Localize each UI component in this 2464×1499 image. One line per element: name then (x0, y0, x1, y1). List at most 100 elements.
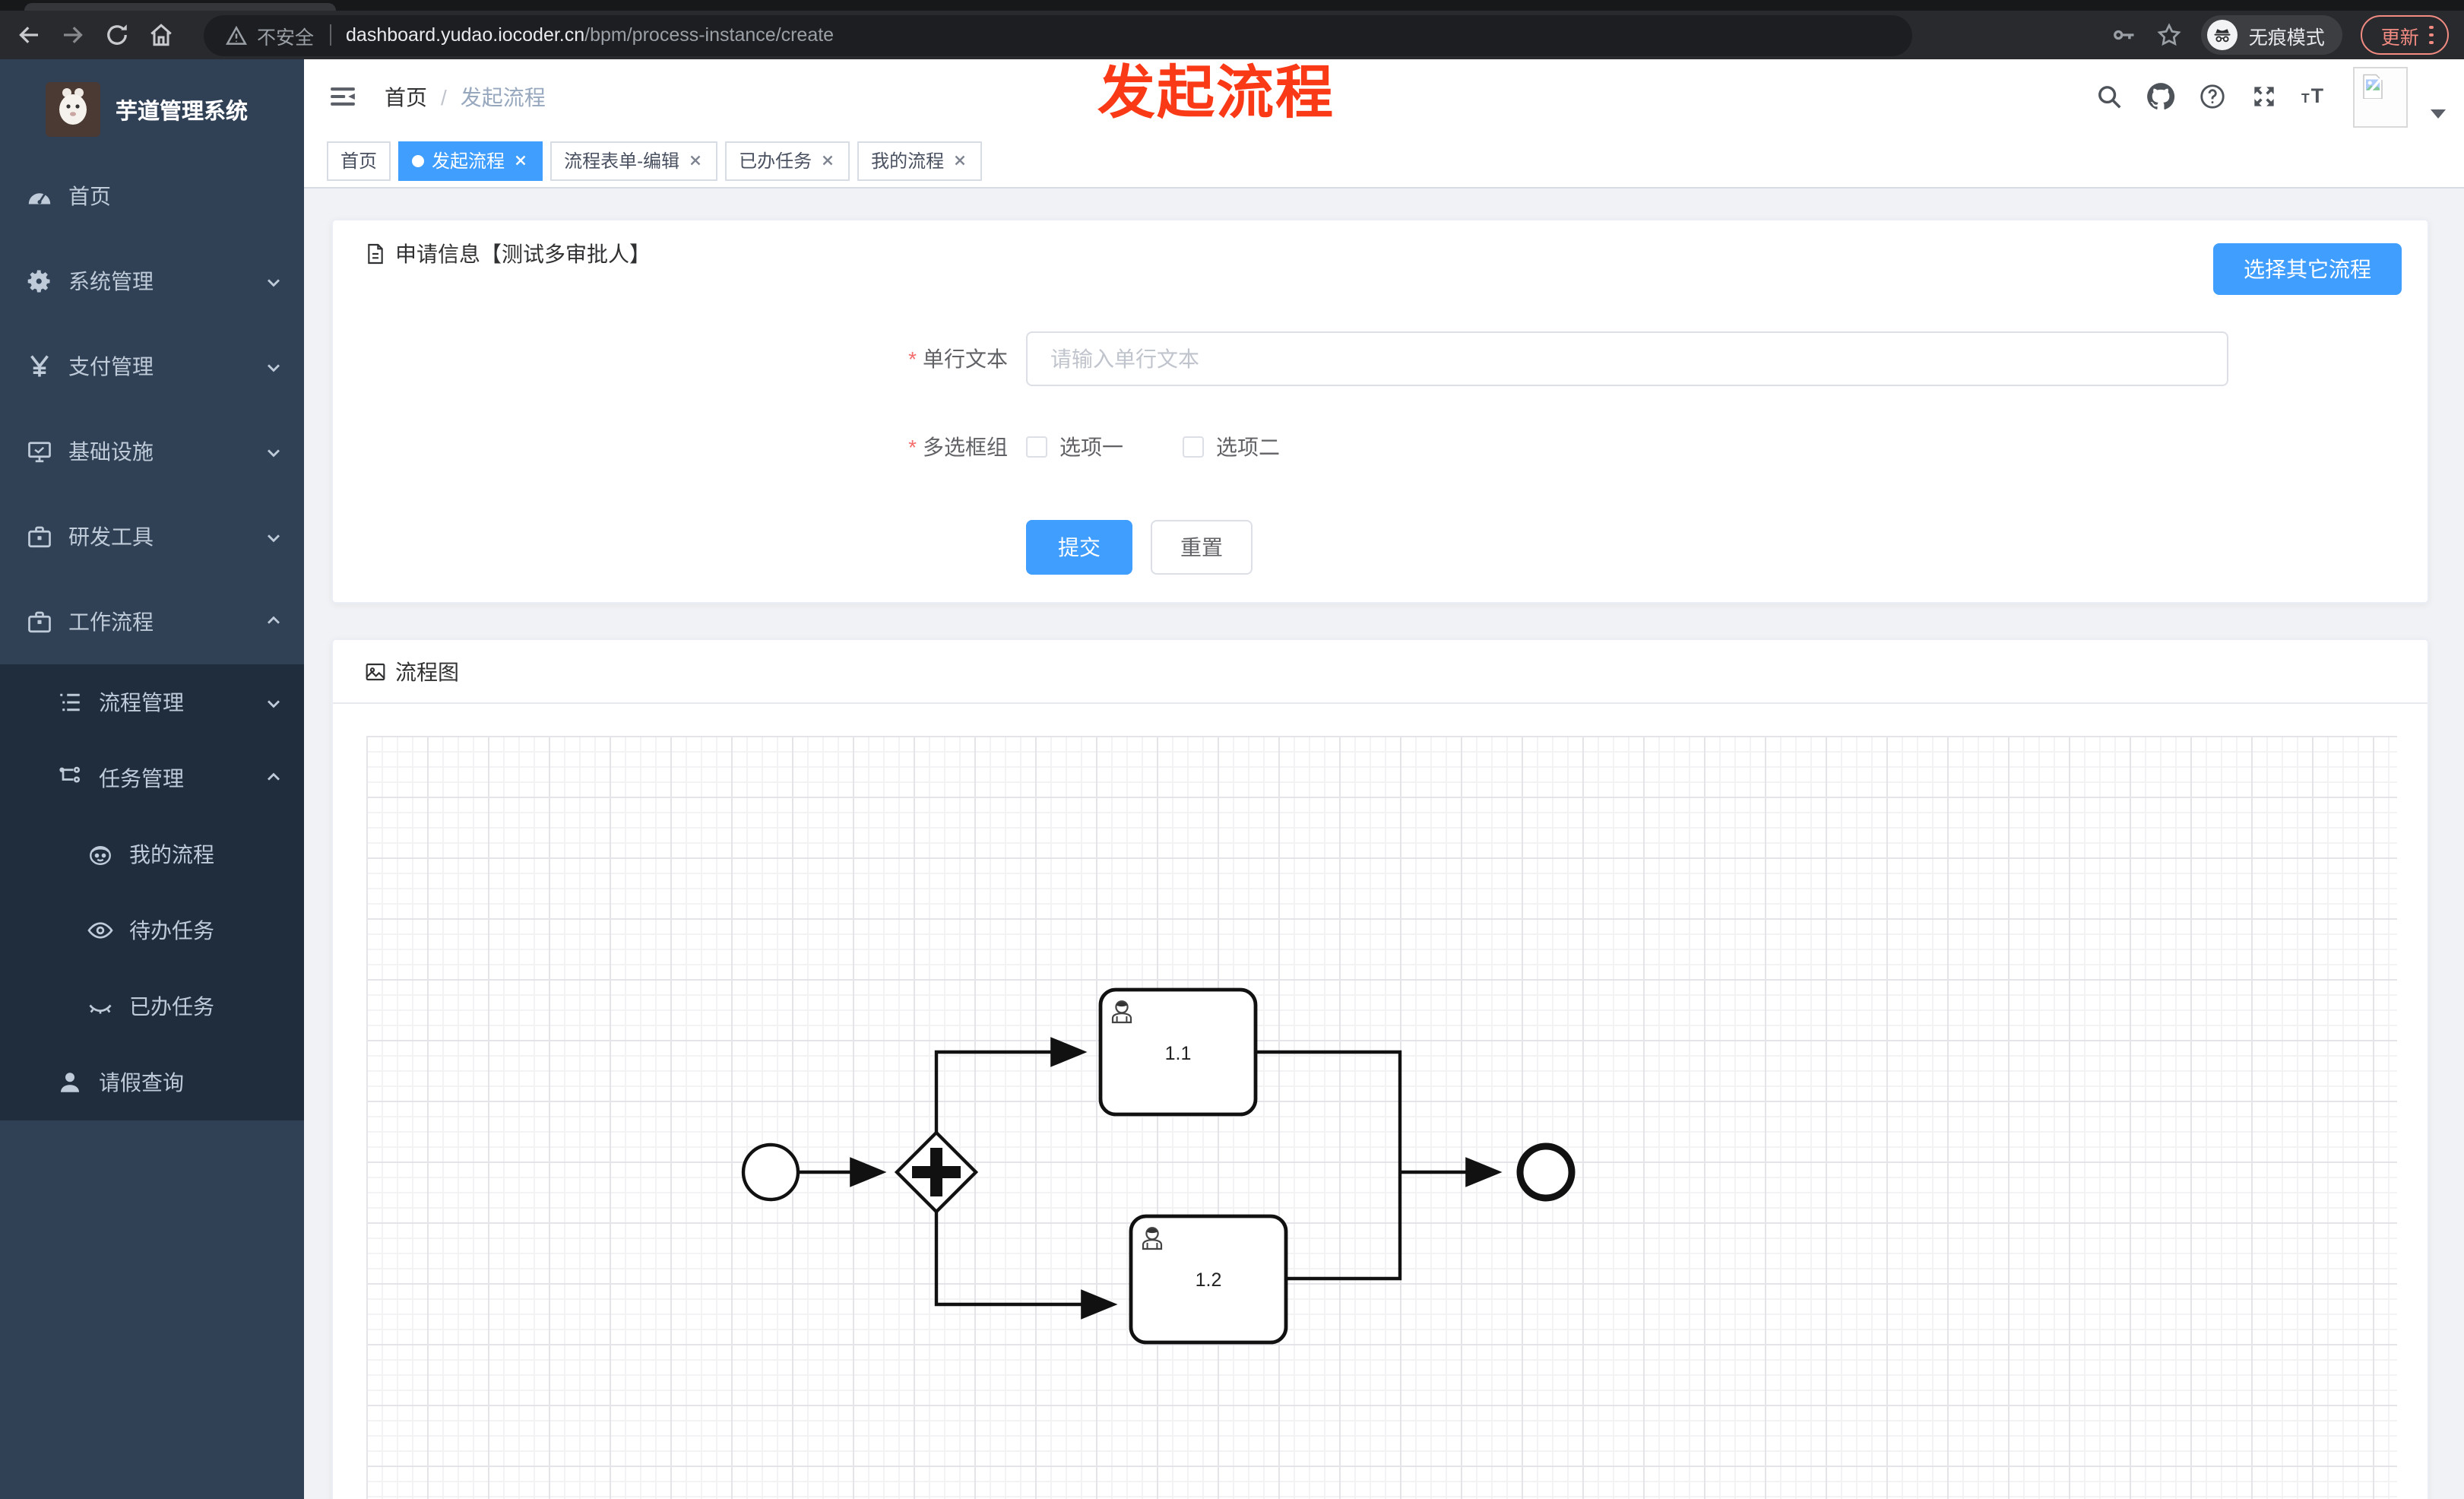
header-actions: TT (2095, 66, 2464, 127)
fullscreen-icon[interactable] (2250, 82, 2279, 111)
sidebar-item-label: 我的流程 (129, 842, 214, 867)
search-icon[interactable] (2095, 82, 2124, 111)
sidebar-item-payment[interactable]: 支付管理 (0, 324, 304, 409)
checkbox-option-1[interactable]: 选项一 (1026, 432, 1123, 462)
sidebar-item-process-management[interactable]: 流程管理 (0, 664, 304, 740)
tab-done-tasks[interactable]: 已办任务 (725, 141, 850, 180)
broken-image-icon (2363, 73, 2383, 98)
sidebar-item-label: 工作流程 (68, 610, 154, 634)
choose-other-process-button[interactable]: 选择其它流程 (2213, 243, 2402, 295)
close-tab-icon[interactable] (687, 152, 704, 169)
chevron-up-icon (264, 769, 283, 788)
app-window: 芋道管理系统 首页 系统管理 支付管理 基础设施 研发工具 工作流程 流程管理 … (0, 59, 2464, 1499)
update-button[interactable]: 更新 (2361, 15, 2449, 55)
required-mark: * (908, 347, 917, 371)
sidebar-item-leave-query[interactable]: 请假查询 (0, 1044, 304, 1120)
workflow-submenu: 流程管理 任务管理 我的流程 待办任务 已办任务 请假查询 (0, 664, 304, 1120)
bpmn-canvas[interactable]: 1.1 1.2 (366, 736, 2397, 1499)
url-host[interactable]: dashboard.yudao.iocoder.cn (346, 24, 584, 46)
checkbox-option-2[interactable]: 选项二 (1183, 432, 1280, 462)
tab-home[interactable]: 首页 (327, 141, 391, 180)
avatar-dropdown-caret[interactable] (2431, 109, 2446, 118)
page-content: 申请信息【测试多审批人】 选择其它流程 *单行文本 *多选框组 选项一 (304, 189, 2464, 1499)
breadcrumb-home[interactable]: 首页 (385, 81, 427, 112)
flow-gateway-to-task1 (934, 1037, 1088, 1133)
browser-tabstrip (0, 0, 2464, 11)
incognito-label: 无痕模式 (2248, 27, 2325, 48)
security-label[interactable]: 不安全 (257, 21, 314, 49)
sidebar-item-label: 任务管理 (99, 766, 184, 791)
back-icon[interactable] (15, 21, 43, 49)
bookmark-star-icon[interactable] (2156, 21, 2184, 49)
breadcrumb: 首页 / 发起流程 (385, 81, 546, 112)
task-label: 1.1 (1165, 1043, 1192, 1064)
single-line-text-input[interactable] (1026, 331, 2228, 386)
sidebar-item-done-tasks[interactable]: 已办任务 (0, 968, 304, 1044)
reset-button[interactable]: 重置 (1151, 520, 1253, 575)
end-event[interactable] (1516, 1142, 1576, 1202)
logo-row: 芋道管理系统 (0, 65, 304, 154)
chevron-down-icon (264, 357, 283, 376)
incognito-badge: 无痕模式 (2201, 15, 2343, 55)
password-key-icon[interactable] (2111, 21, 2138, 49)
submit-button[interactable]: 提交 (1026, 520, 1132, 575)
sidebar-item-label: 系统管理 (68, 269, 154, 293)
start-event[interactable] (741, 1142, 800, 1202)
browser-menu-icon[interactable] (2429, 25, 2434, 45)
forward-icon[interactable] (59, 21, 87, 49)
monitor-icon (26, 438, 53, 465)
tab-label: 首页 (340, 151, 378, 172)
update-label[interactable]: 更新 (2381, 21, 2419, 49)
close-tab-icon[interactable] (952, 152, 968, 169)
tab-form-edit[interactable]: 流程表单-编辑 (550, 141, 718, 180)
url-bar[interactable]: 不安全 dashboard.yudao.iocoder.cn/bpm/proce… (204, 14, 1912, 55)
font-size-icon[interactable]: TT (2301, 82, 2330, 111)
gear-icon (26, 268, 53, 295)
help-icon[interactable] (2198, 82, 2227, 111)
tags-view: 首页 发起流程 流程表单-编辑 已办任务 我的流程 (304, 134, 2464, 189)
card-title: 流程图 (395, 659, 459, 683)
github-icon[interactable] (2146, 82, 2175, 111)
tab-my-process[interactable]: 我的流程 (857, 141, 983, 180)
apply-info-card: 申请信息【测试多审批人】 选择其它流程 *单行文本 *多选框组 选项一 (331, 219, 2429, 604)
sidebar-item-workflow[interactable]: 工作流程 (0, 579, 304, 664)
sidebar-item-infrastructure[interactable]: 基础设施 (0, 409, 304, 494)
close-tab-icon[interactable] (512, 152, 529, 169)
tree-icon (56, 765, 84, 792)
sidebar: 芋道管理系统 首页 系统管理 支付管理 基础设施 研发工具 工作流程 流程管理 … (0, 59, 304, 1499)
hamburger-icon[interactable] (328, 82, 357, 111)
chevron-down-icon (264, 528, 283, 546)
tree-table-icon (56, 689, 84, 716)
sidebar-item-my-process[interactable]: 我的流程 (0, 816, 304, 892)
sidebar-item-home[interactable]: 首页 (0, 154, 304, 239)
app-title: 芋道管理系统 (116, 100, 248, 124)
browser-tab[interactable] (24, 3, 336, 11)
user-task-2[interactable]: 1.2 (1129, 1214, 1288, 1345)
yen-icon (26, 353, 53, 380)
app-header: 首页 / 发起流程 T T (304, 59, 2464, 134)
sidebar-item-system[interactable]: 系统管理 (0, 239, 304, 324)
checkbox-icon[interactable] (1026, 436, 1047, 458)
close-tab-icon[interactable] (819, 152, 836, 169)
sidebar-item-task-management[interactable]: 任务管理 (0, 740, 304, 816)
url-path[interactable]: /bpm/process-instance/create (584, 24, 834, 46)
home-icon[interactable] (147, 21, 175, 49)
sidebar-item-label: 请假查询 (99, 1070, 184, 1095)
sidebar-item-devtools[interactable]: 研发工具 (0, 494, 304, 579)
checkbox-icon[interactable] (1183, 436, 1204, 458)
incognito-icon (2207, 20, 2238, 50)
avatar[interactable] (2353, 66, 2408, 127)
flow-task1-to-join (1256, 1050, 1402, 1172)
user-task-1[interactable]: 1.1 (1098, 987, 1258, 1117)
sidebar-item-label: 基础设施 (68, 439, 154, 464)
reload-icon[interactable] (103, 21, 131, 49)
sidebar-item-label: 流程管理 (99, 690, 184, 715)
tab-create-process[interactable]: 发起流程 (398, 141, 543, 180)
sidebar-item-todo-tasks[interactable]: 待办任务 (0, 892, 304, 968)
eye-closed-icon (87, 993, 114, 1020)
sidebar-item-label: 研发工具 (68, 524, 154, 549)
app-logo (46, 82, 100, 137)
svg-text:T: T (2301, 90, 2310, 106)
parallel-gateway[interactable] (894, 1130, 979, 1215)
sidebar-item-label: 首页 (68, 184, 111, 208)
